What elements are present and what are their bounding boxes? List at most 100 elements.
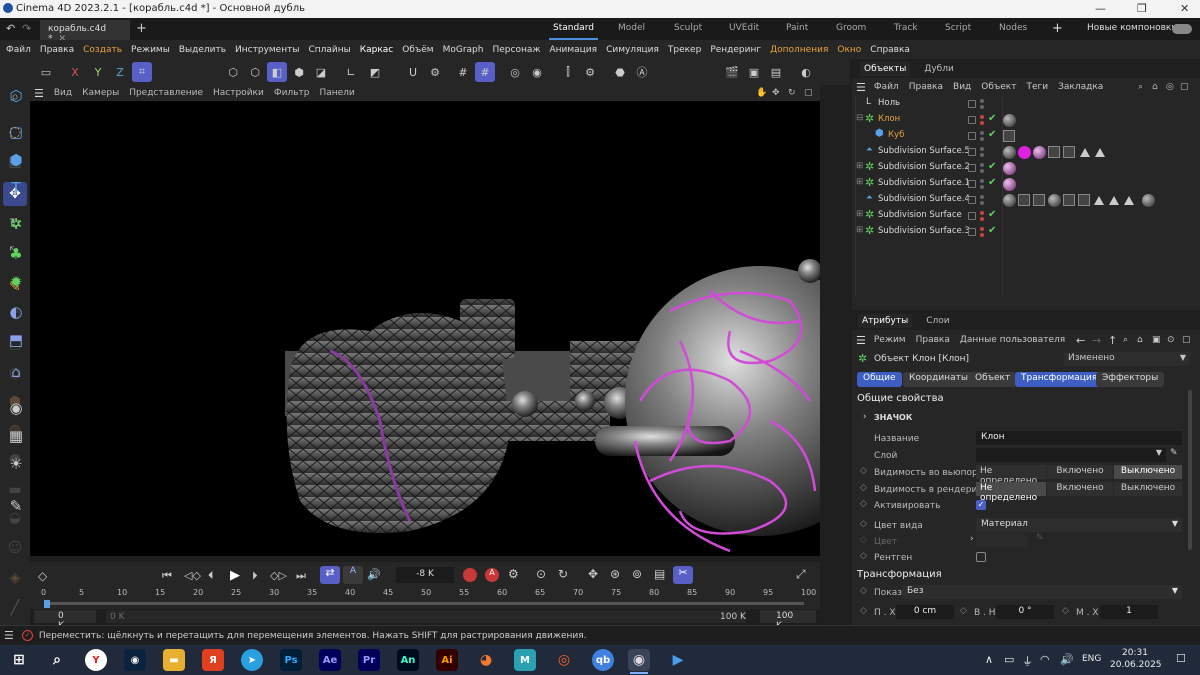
render-dot[interactable] [980,201,984,205]
keyframe-diamond-icon[interactable]: ◇ [1062,606,1069,616]
tweak-settings-icon[interactable]: ⚙ [425,62,445,82]
up-arrow-icon[interactable]: ↑ [1108,334,1117,347]
object-list-icon[interactable]: ⬡ [4,84,28,108]
lock-y-button[interactable]: Y [88,62,108,82]
key-tools-icon[interactable]: ✂ [673,566,693,584]
visibility-toggle[interactable] [968,148,976,156]
menu-create[interactable]: Создать [83,45,122,55]
prev-key-icon[interactable]: ◁◇ [184,569,201,582]
next-key-icon[interactable]: ◇▷ [270,569,287,582]
tray-battery-icon[interactable]: ▭ [1004,653,1014,666]
menu-file[interactable]: Файл [6,45,31,55]
axis-mode-icon[interactable]: ∟ [341,62,361,82]
key-param-icon[interactable]: ⊚ [632,567,642,581]
viewport-menu-display[interactable]: Представление [129,88,203,98]
tab-object[interactable]: Объект [969,372,1017,387]
menu-animation[interactable]: Анимация [549,45,597,55]
add-layout-icon[interactable]: + [1052,21,1063,36]
editor-dot[interactable] [980,163,984,167]
view-color-select[interactable]: Материал ▼ [976,518,1182,532]
cloner-icon[interactable]: ♣ [4,242,28,266]
viewport-rotate-icon[interactable]: ↻ [788,88,796,98]
lock-z-button[interactable]: Z [110,62,130,82]
objects-menu-object[interactable]: Объект [981,82,1016,92]
record-icon[interactable] [463,568,477,582]
solo-icon[interactable]: ◩ [365,62,385,82]
mode-select[interactable]: Изменено ▼ [1064,352,1190,366]
render-dot[interactable] [980,137,984,141]
qbittorrent-icon[interactable]: qb [592,649,614,671]
object-row-subdiv[interactable]: ⊞ ✲ Subdivision Surface ✔ [852,208,1200,224]
layout-toggle[interactable] [1172,24,1192,34]
expand-icon[interactable]: ⊞ [856,209,863,219]
preview-end-field[interactable]: 100 K [720,612,746,622]
layout-tab-script[interactable]: Script [945,23,971,33]
go-end-icon[interactable]: ⏭ [296,569,306,583]
windows-start-icon[interactable]: ⊞ [8,649,30,671]
model-mode-icon[interactable]: ⬢ [289,62,309,82]
render-undefined-option[interactable]: Не определено [976,482,1046,503]
pen-tool-icon[interactable]: ╱ [3,596,27,620]
viewport-pan-icon[interactable]: ✋ [756,88,767,98]
notifications-icon[interactable]: ☐ [1176,652,1186,665]
visibility-toggle[interactable] [968,132,976,140]
symmetry-icon[interactable]: ⫿ [558,62,578,82]
viewport-maximize-icon[interactable]: ▢ [804,88,813,98]
objects-search-icon[interactable]: ⌕ [1138,82,1143,92]
layout-tab-paint[interactable]: Paint [786,23,808,33]
tab-layers[interactable]: Слои [926,316,949,326]
status-error-icon[interactable]: ✓ [21,630,33,641]
expand-icon[interactable]: ⊞ [856,161,863,171]
blender-icon[interactable]: ◕ [475,649,497,671]
new-tab-icon[interactable]: + [136,21,147,36]
keyframe-diamond-icon[interactable]: ◇ [960,606,967,616]
3d-viewport[interactable] [30,101,820,556]
restore-icon[interactable]: ❐ [1137,2,1147,15]
undo-icon[interactable]: ↶ [6,22,15,35]
minimize-icon[interactable]: — [1095,2,1106,15]
file-explorer-icon[interactable]: ▬ [163,649,185,671]
menu-extensions[interactable]: Дополнения [770,45,828,55]
key-rotate-icon[interactable]: ↻ [558,567,568,581]
taskbar-search-icon[interactable]: ⌕ [46,649,68,671]
sound-icon[interactable]: 🔊 [367,568,381,581]
tray-time[interactable]: 20:31 [1122,648,1148,658]
render-picture-icon[interactable]: ▣ [744,62,764,82]
menu-mesh[interactable]: Каркас [360,45,394,55]
texture-tag-icon[interactable] [1018,194,1030,206]
text-object-icon[interactable]: T [4,176,28,200]
menu-help[interactable]: Справка [870,45,910,55]
attributes-lock-icon[interactable]: ▣ [1152,335,1161,345]
icon-group-label[interactable]: ЗНАЧОК [874,413,912,422]
steam-icon[interactable]: ◉ [124,649,146,671]
objects-menu-bookmarks[interactable]: Закладка [1058,82,1103,92]
keyframe-diamond-icon[interactable]: ◇ [860,535,867,545]
spline-icon[interactable]: ⬒ [4,328,28,352]
attributes-search-icon[interactable]: ⌕ [1123,335,1128,345]
camera-icon[interactable]: ⌂ [4,360,28,384]
back-arrow-icon[interactable]: ← [1076,334,1085,347]
yandex-browser-icon[interactable]: Y [85,649,107,671]
objects-filter-icon[interactable]: ◎ [1166,82,1174,92]
phong-tag-icon[interactable] [1094,196,1104,205]
material-tag-icon[interactable] [1003,146,1016,159]
viewport-off-option[interactable]: Выключено [1114,465,1182,479]
play-icon[interactable]: ▶ [230,568,240,583]
expand-icon[interactable]: ⊞ [856,225,863,235]
layout-tab-nodes[interactable]: Nodes [999,23,1027,33]
layout-tab-uvedit[interactable]: UVEdit [729,23,759,33]
editor-dot[interactable] [980,227,984,231]
enabled-check-icon[interactable]: ✔ [988,177,996,188]
go-start-icon[interactable]: ⏮ [162,569,172,583]
texture-tag-icon[interactable] [1078,194,1090,206]
collapse-icon[interactable]: ⊟ [856,113,863,123]
editor-dot[interactable] [980,147,984,151]
document-tab[interactable]: корабль.c4d * ✕ [40,20,130,44]
keyframe-diamond-icon[interactable]: ◇ [860,586,867,596]
tab-takes[interactable]: Дубли [924,64,954,74]
expand-icon[interactable]: ⊞ [856,177,863,187]
world-coords-icon[interactable]: ⌗ [132,62,152,82]
viewport-undefined-option[interactable]: Не определено [976,465,1046,486]
paint-tool-icon[interactable]: ◈ [3,566,27,590]
name-input[interactable]: Клон [976,431,1182,445]
